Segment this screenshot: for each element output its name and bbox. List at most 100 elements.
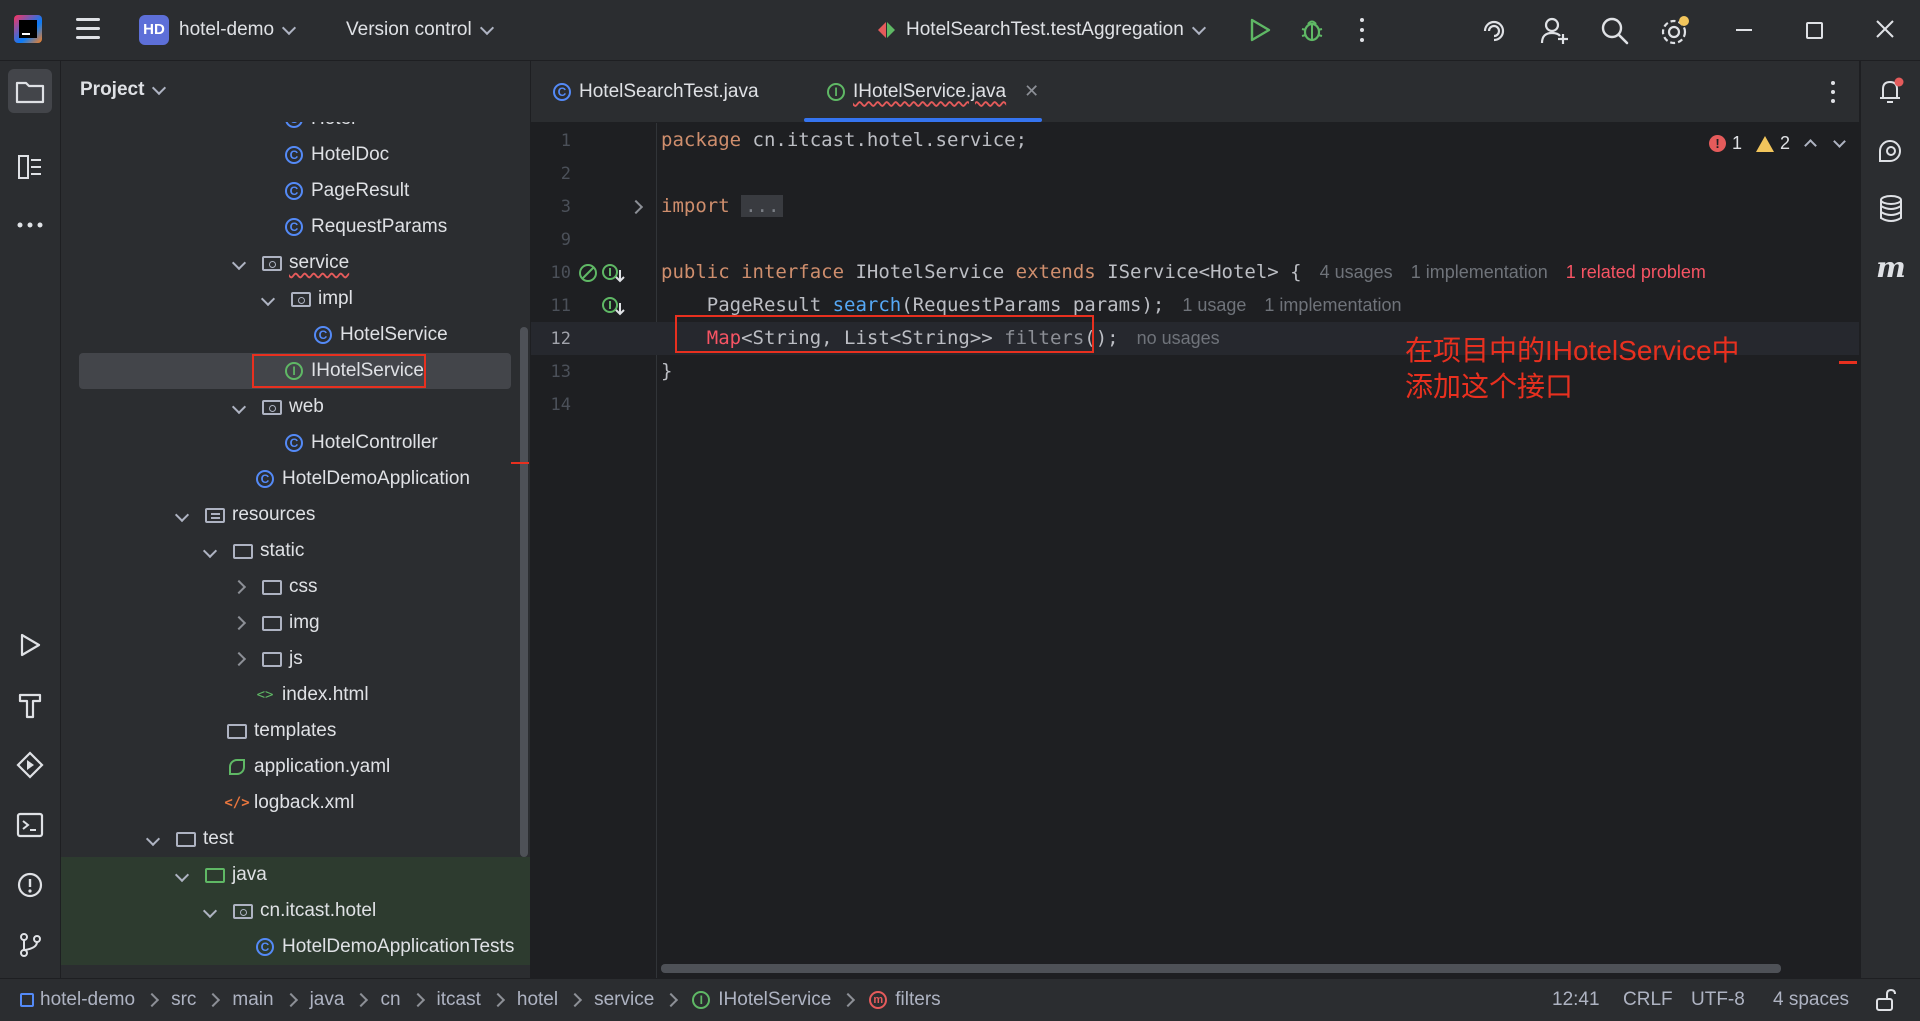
restore-window-button[interactable] [1806, 22, 1823, 39]
implementation-hint[interactable]: 1 implementation [1264, 295, 1401, 315]
tree-item[interactable]: C HotelService [61, 317, 530, 353]
database-tool-button[interactable] [1873, 191, 1909, 227]
minimize-window-button[interactable] [1736, 29, 1752, 31]
run-tool-button[interactable] [12, 627, 48, 663]
close-window-button[interactable] [1874, 18, 1896, 40]
notifications-tool-button[interactable] [1873, 73, 1909, 109]
breadcrumb-item[interactable]: IHotelService [718, 989, 831, 1011]
collapsed-chevron-icon[interactable] [228, 648, 250, 670]
editor-horizontal-scrollbar[interactable] [661, 964, 1781, 973]
expanded-chevron-icon[interactable] [228, 252, 250, 274]
search-everywhere-icon[interactable] [1600, 16, 1630, 46]
tab-ihotelservice[interactable]: I IHotelService.java ✕ [825, 61, 1039, 122]
more-tool-windows-icon[interactable] [12, 207, 48, 243]
breadcrumb-item[interactable]: itcast [437, 989, 481, 1011]
tree-item[interactable]: resources [61, 497, 530, 533]
tree-item[interactable]: C HotelDemoApplicationTests [61, 929, 530, 965]
indent-setting[interactable]: 4 spaces [1773, 989, 1849, 1011]
expanded-chevron-icon[interactable] [142, 828, 164, 850]
version-control-menu[interactable]: Version control [346, 15, 494, 45]
tree-item[interactable]: cn.itcast.hotel [61, 893, 530, 929]
inspection-widget[interactable]: ! 1 2 [1709, 133, 1846, 154]
usages-hint[interactable]: 1 usage [1182, 295, 1246, 315]
collapsed-chevron-icon[interactable] [228, 576, 250, 598]
tree-item[interactable]: web [61, 389, 530, 425]
breadcrumb-item[interactable]: cn [380, 989, 400, 1011]
project-tool-button[interactable] [8, 69, 52, 113]
code-editor[interactable]: 1 2 3 9 10 11 12 13 14 package cn.itcast… [531, 123, 1859, 978]
tree-item[interactable]: C HotelDemoApplication [61, 461, 530, 497]
tree-item[interactable]: </> logback.xml [61, 785, 530, 821]
usages-hint[interactable]: no usages [1137, 328, 1220, 348]
implemented-down-icon[interactable] [601, 262, 625, 284]
implemented-down-icon[interactable] [601, 295, 625, 317]
usages-hint[interactable]: 4 usages [1320, 262, 1393, 282]
tree-item[interactable]: service [61, 245, 530, 281]
expanded-chevron-icon[interactable] [228, 396, 250, 418]
services-tool-button[interactable] [12, 747, 48, 783]
run-configuration-selector[interactable]: HotelSearchTest.testAggregation [876, 15, 1206, 45]
code-with-me-icon[interactable] [1540, 16, 1570, 46]
ai-chat-tool-button[interactable] [1873, 133, 1909, 169]
line-separator[interactable]: CRLF [1623, 989, 1673, 1011]
tab-hotelsearchtest[interactable]: C HotelSearchTest.java [551, 61, 759, 122]
close-tab-icon[interactable]: ✕ [1024, 81, 1039, 102]
file-encoding[interactable]: UTF-8 [1691, 989, 1745, 1011]
tree-item[interactable]: C RequestParams [61, 209, 530, 245]
expanded-chevron-icon[interactable] [171, 864, 193, 886]
tree-item[interactable]: js [61, 641, 530, 677]
tree-item[interactable]: static [61, 533, 530, 569]
tree-item[interactable]: C HotelDoc [61, 137, 530, 173]
tree-item[interactable]: templates [61, 713, 530, 749]
caret-position[interactable]: 12:41 [1552, 989, 1600, 1011]
breadcrumb-item[interactable]: filters [895, 989, 940, 1011]
error-stripe-mark[interactable] [1839, 361, 1857, 364]
breadcrumb-item[interactable]: hotel-demo [40, 989, 135, 1011]
tree-item[interactable]: img [61, 605, 530, 641]
expanded-chevron-icon[interactable] [199, 900, 221, 922]
expanded-chevron-icon[interactable] [171, 504, 193, 526]
maven-tool-button[interactable]: m [1873, 249, 1909, 285]
tree-item[interactable]: <> index.html [61, 677, 530, 713]
tree-item[interactable]: application.yaml [61, 749, 530, 785]
previous-problem-icon[interactable] [1804, 139, 1817, 152]
expanded-chevron-icon[interactable] [257, 288, 279, 310]
debug-button[interactable] [1299, 16, 1325, 44]
project-switcher[interactable]: HD hotel-demo [139, 15, 297, 45]
tree-item[interactable]: C HotelController [61, 425, 530, 461]
tab-options-icon[interactable] [1830, 81, 1836, 103]
breadcrumb-item[interactable]: src [171, 989, 196, 1011]
tree-item[interactable]: java [61, 857, 530, 893]
tree-item[interactable]: test [61, 821, 530, 857]
run-button[interactable] [1248, 17, 1272, 43]
tree-item[interactable]: C PageResult [61, 173, 530, 209]
read-only-lock-icon[interactable] [1874, 988, 1896, 1012]
next-problem-icon[interactable] [1833, 135, 1846, 148]
project-panel-header[interactable]: Project [80, 79, 167, 101]
tree-item[interactable]: impl [61, 281, 530, 317]
fold-expand-icon[interactable] [628, 199, 644, 215]
project-scrollbar[interactable] [520, 327, 528, 857]
build-tool-button[interactable] [12, 687, 48, 723]
tree-item[interactable]: CHotel [61, 122, 530, 137]
implementation-hint[interactable]: 1 implementation [1411, 262, 1548, 282]
expanded-chevron-icon[interactable] [199, 540, 221, 562]
tree-item[interactable]: css [61, 569, 530, 605]
problems-tool-button[interactable] [12, 867, 48, 903]
terminal-tool-button[interactable] [12, 807, 48, 843]
collapsed-chevron-icon[interactable] [228, 612, 250, 634]
breadcrumb-item[interactable]: main [232, 989, 273, 1011]
no-implementation-icon[interactable] [577, 262, 599, 284]
breadcrumb-item[interactable]: service [594, 989, 654, 1011]
breadcrumb-item[interactable]: hotel [517, 989, 558, 1011]
main-menu-icon[interactable] [76, 18, 100, 40]
more-actions-icon[interactable] [1358, 18, 1366, 42]
settings-gear-icon[interactable] [1659, 15, 1691, 47]
intellij-logo-icon[interactable] [14, 15, 42, 43]
structure-tool-button[interactable] [12, 149, 48, 185]
breadcrumb-item[interactable]: java [310, 989, 345, 1011]
git-tool-button[interactable] [12, 927, 48, 963]
ai-assistant-icon[interactable] [1480, 17, 1508, 45]
related-problem-hint[interactable]: 1 related problem [1566, 262, 1706, 282]
folded-imports[interactable]: ... [741, 195, 784, 217]
